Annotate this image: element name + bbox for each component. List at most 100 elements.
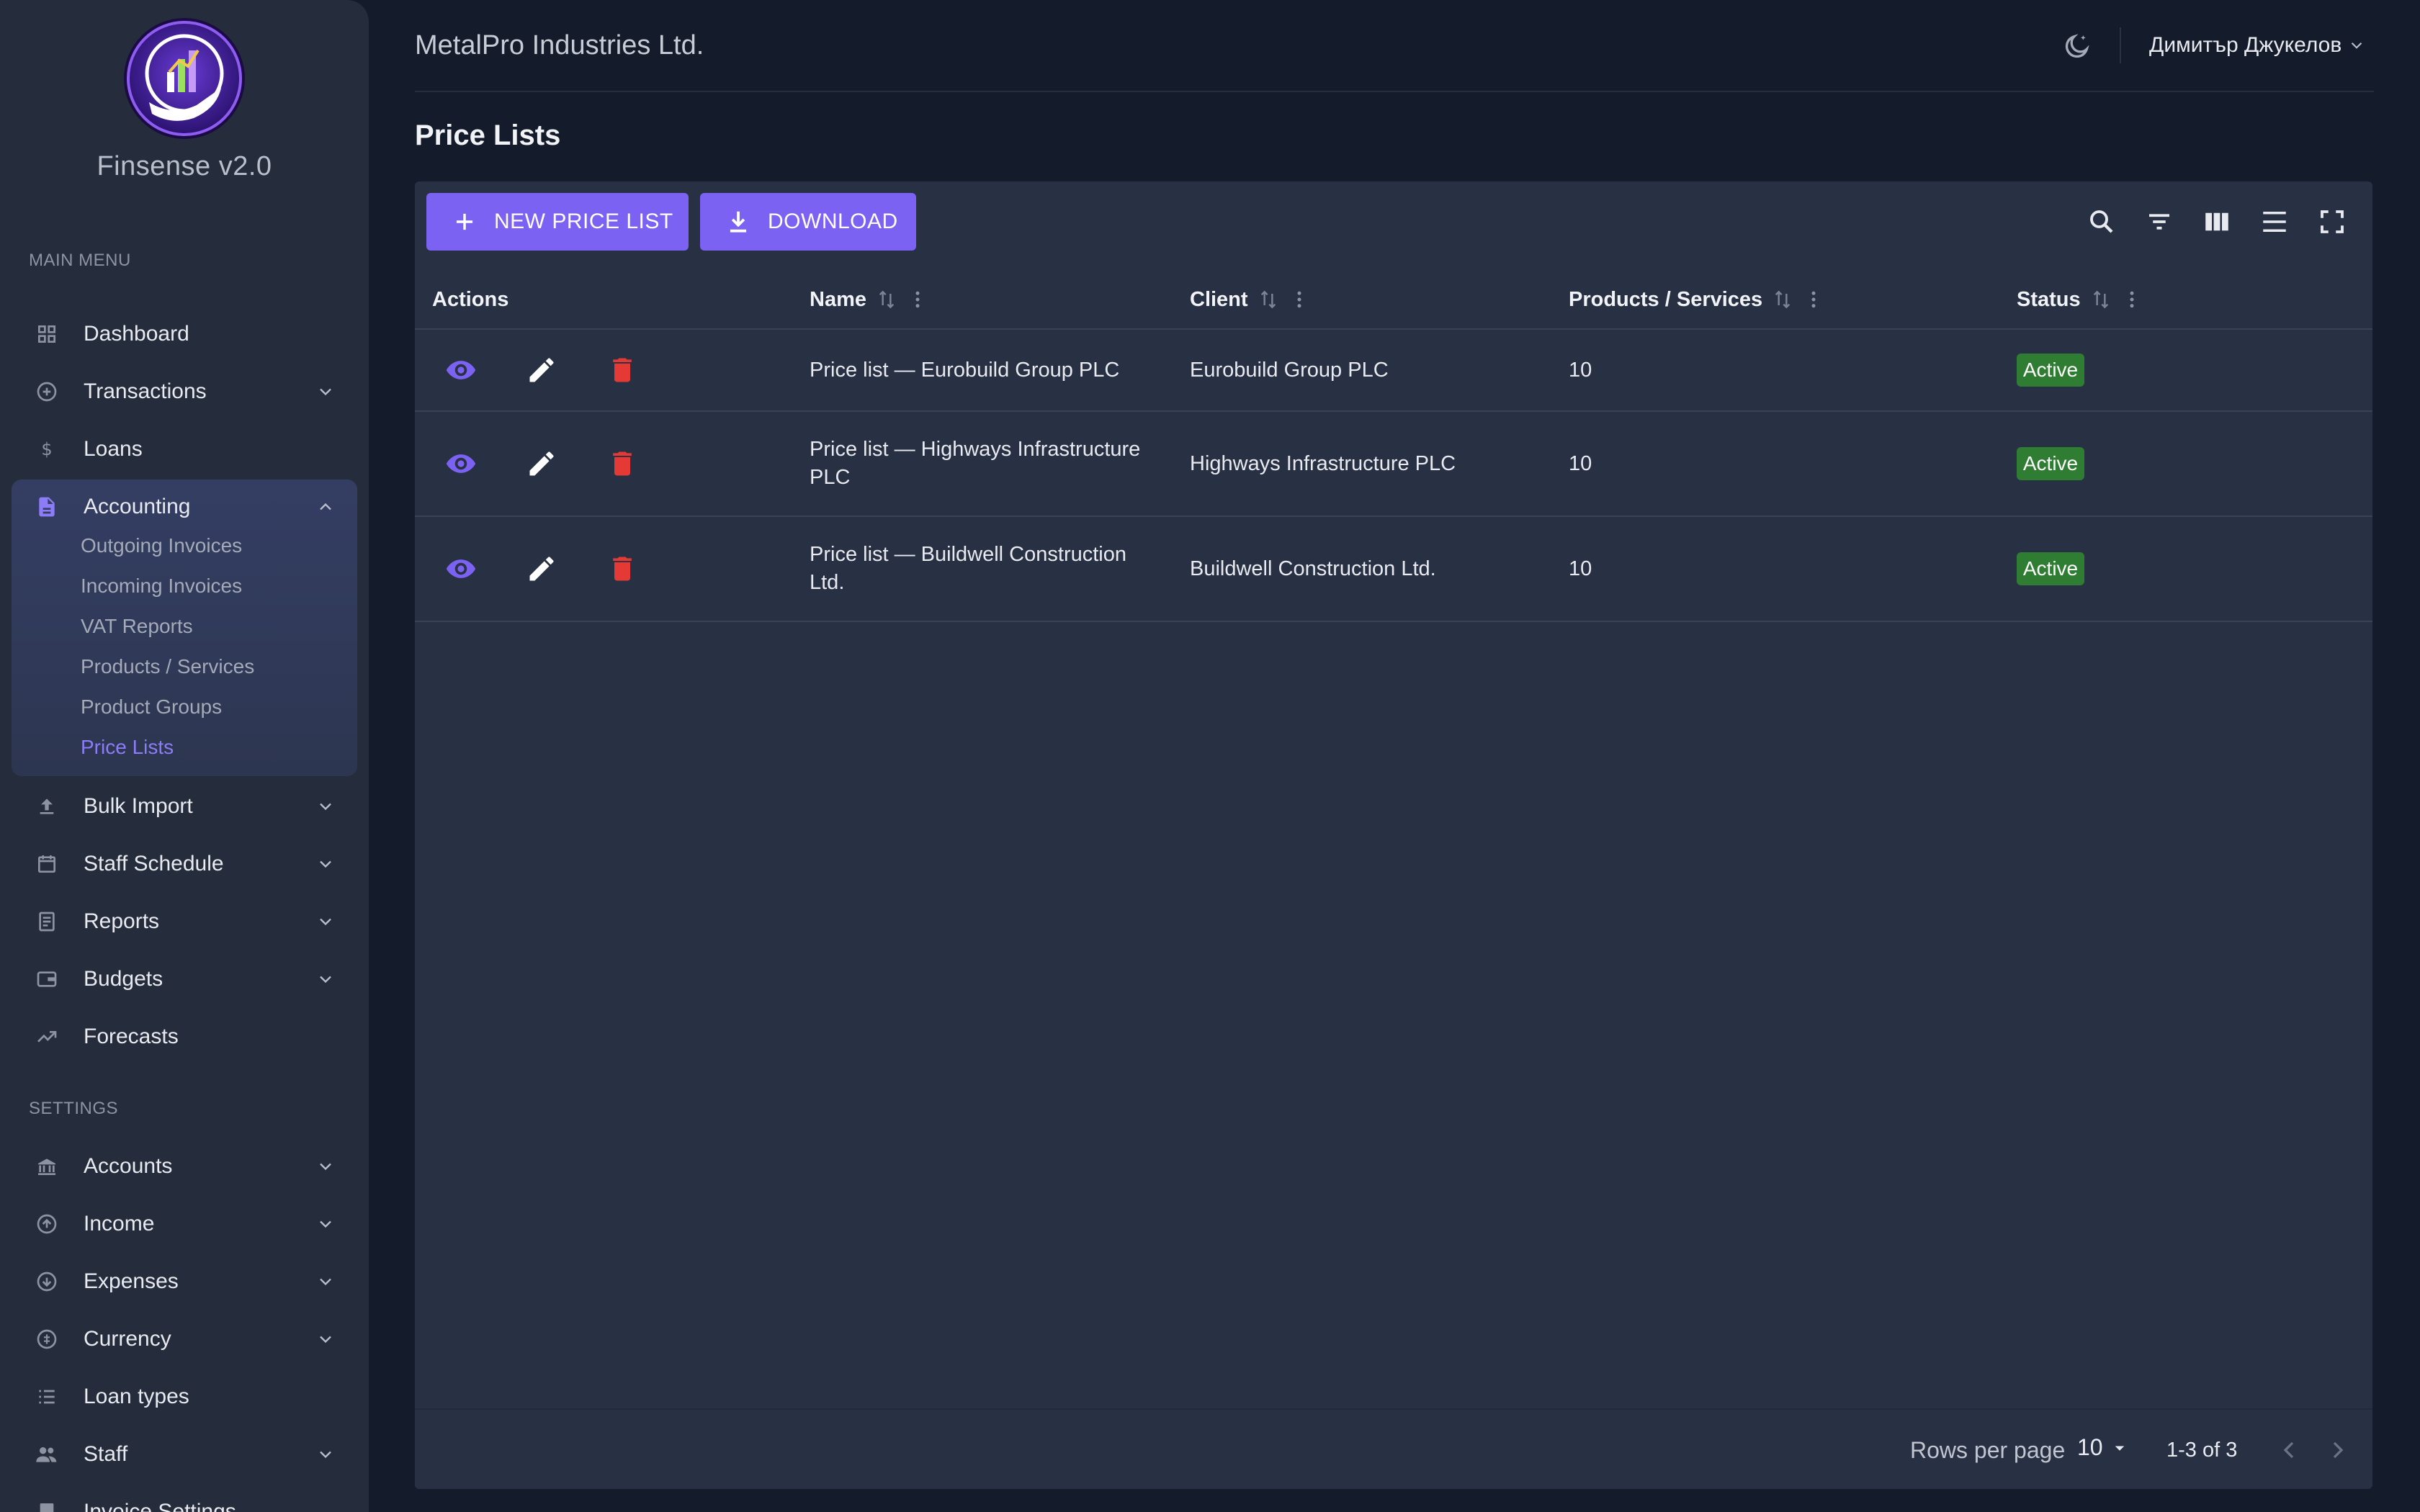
calendar-icon bbox=[35, 852, 59, 876]
row-divider bbox=[415, 410, 2372, 412]
sidebar-item-income[interactable]: Income bbox=[13, 1198, 357, 1250]
view-icon[interactable] bbox=[444, 353, 478, 387]
column-header-products-services[interactable]: Products / Services bbox=[1569, 281, 1824, 318]
receipt-icon bbox=[35, 1500, 59, 1512]
column-menu-icon[interactable] bbox=[1289, 289, 1310, 310]
chevron-down-icon bbox=[320, 860, 331, 868]
sort-icon[interactable] bbox=[875, 288, 898, 311]
rows-per-page-select[interactable]: 10 bbox=[2077, 1434, 2130, 1461]
edit-icon[interactable] bbox=[524, 446, 559, 481]
column-header-status[interactable]: Status bbox=[2017, 281, 2143, 318]
wallet-icon bbox=[35, 967, 59, 991]
sidebar-item-label: Accounting bbox=[84, 495, 191, 518]
fullscreen-icon[interactable] bbox=[2315, 204, 2349, 239]
company-name: MetalPro Industries Ltd. bbox=[415, 30, 704, 60]
sidebar-sub-outgoing-invoices[interactable]: Outgoing Invoices bbox=[81, 534, 242, 557]
columns-icon[interactable] bbox=[2200, 204, 2234, 239]
list-icon bbox=[35, 1385, 59, 1409]
search-icon[interactable] bbox=[2084, 204, 2119, 239]
previous-page-icon[interactable] bbox=[2275, 1436, 2303, 1464]
sidebar-item-forecasts[interactable]: Forecasts bbox=[13, 1011, 357, 1063]
sidebar-item-accounting[interactable]: Accounting bbox=[13, 481, 357, 533]
sidebar-item-reports[interactable]: Reports bbox=[13, 896, 357, 948]
delete-icon[interactable] bbox=[605, 446, 640, 481]
chevron-down-icon bbox=[2352, 42, 2362, 49]
sidebar-item-label: Dashboard bbox=[84, 322, 189, 346]
sidebar-item-label: Staff Schedule bbox=[84, 852, 224, 876]
column-header-client[interactable]: Client bbox=[1190, 281, 1310, 318]
column-menu-icon[interactable] bbox=[2121, 289, 2143, 310]
brand: Finsense v2.0 bbox=[0, 16, 369, 182]
sidebar-item-loan-types[interactable]: Loan types bbox=[13, 1371, 357, 1423]
upload-icon bbox=[35, 794, 59, 819]
sidebar-item-bulk-import[interactable]: Bulk Import bbox=[13, 780, 357, 832]
view-icon[interactable] bbox=[444, 552, 478, 586]
row-products: 10 bbox=[1569, 359, 1592, 382]
sidebar-item-loans[interactable]: $ Loans bbox=[13, 423, 357, 475]
sort-icon[interactable] bbox=[1257, 288, 1280, 311]
column-header-name[interactable]: Name bbox=[810, 281, 928, 318]
sidebar-sub-products-services[interactable]: Products / Services bbox=[81, 655, 254, 678]
dark-mode-toggle-icon[interactable] bbox=[2063, 32, 2092, 60]
delete-icon[interactable] bbox=[605, 353, 640, 387]
sidebar-item-accounts[interactable]: Accounts bbox=[13, 1140, 357, 1192]
density-icon[interactable] bbox=[2257, 204, 2292, 239]
sidebar-item-label: Loans bbox=[84, 437, 143, 461]
column-menu-icon[interactable] bbox=[907, 289, 928, 310]
chevron-down-icon bbox=[320, 388, 331, 396]
sidebar-item-dashboard[interactable]: Dashboard bbox=[13, 308, 357, 360]
sidebar-item-staff-schedule[interactable]: Staff Schedule bbox=[13, 838, 357, 890]
chevron-down-icon bbox=[320, 976, 331, 984]
edit-icon[interactable] bbox=[524, 353, 559, 387]
dashboard-icon bbox=[35, 322, 59, 346]
chevron-down-icon bbox=[320, 1163, 331, 1171]
sidebar-item-invoice-settings[interactable]: Invoice Settings bbox=[13, 1486, 357, 1512]
chevron-down-icon bbox=[320, 1278, 331, 1286]
user-menu[interactable]: Димитър Джукелов bbox=[2149, 33, 2366, 58]
trending-up-icon bbox=[35, 1025, 59, 1049]
column-menu-icon[interactable] bbox=[1803, 289, 1824, 310]
sidebar-item-expenses[interactable]: Expenses bbox=[13, 1256, 357, 1308]
sort-icon[interactable] bbox=[2089, 288, 2112, 311]
sort-icon[interactable] bbox=[1771, 288, 1794, 311]
sidebar-sub-incoming-invoices[interactable]: Incoming Invoices bbox=[81, 575, 242, 598]
sidebar-item-label: Income bbox=[84, 1212, 155, 1236]
sidebar-item-staff[interactable]: Staff bbox=[13, 1428, 357, 1480]
download-button[interactable]: DOWNLOAD bbox=[700, 193, 916, 251]
price-lists-table-card: NEW PRICE LIST DOWNLOAD Actions Name Cli… bbox=[415, 181, 2372, 1489]
chevron-up-icon bbox=[320, 503, 331, 510]
sidebar-item-currency[interactable]: Currency bbox=[13, 1313, 357, 1365]
new-price-list-button[interactable]: NEW PRICE LIST bbox=[426, 193, 689, 251]
column-header-label: Actions bbox=[432, 287, 509, 311]
chevron-down-icon bbox=[320, 1336, 331, 1344]
row-client: Buildwell Construction Ltd. bbox=[1190, 557, 1436, 580]
filter-icon[interactable] bbox=[2142, 204, 2177, 239]
bank-icon bbox=[35, 1154, 59, 1179]
view-icon[interactable] bbox=[444, 446, 478, 481]
next-page-icon[interactable] bbox=[2323, 1436, 2352, 1464]
sidebar-item-transactions[interactable]: Transactions bbox=[13, 366, 357, 418]
sidebar-item-label: Bulk Import bbox=[84, 794, 193, 818]
delete-icon[interactable] bbox=[605, 552, 640, 586]
row-client: Eurobuild Group PLC bbox=[1190, 359, 1389, 382]
sidebar-sub-product-groups[interactable]: Product Groups bbox=[81, 696, 222, 719]
download-label: DOWNLOAD bbox=[768, 210, 898, 233]
sidebar-item-label: Transactions bbox=[84, 379, 207, 403]
sidebar-sub-vat-reports[interactable]: VAT Reports bbox=[81, 615, 193, 638]
new-price-list-label: NEW PRICE LIST bbox=[494, 210, 673, 233]
row-divider bbox=[415, 621, 2372, 622]
sidebar-item-label: Currency bbox=[84, 1327, 171, 1351]
column-header-actions: Actions bbox=[432, 281, 508, 318]
currency-icon bbox=[35, 1327, 59, 1351]
status-badge: Active bbox=[2017, 354, 2084, 387]
sidebar-item-label: Forecasts bbox=[84, 1025, 179, 1048]
column-header-label: Status bbox=[2017, 287, 2081, 311]
chevron-down-icon bbox=[320, 918, 331, 926]
circle-plus-icon bbox=[35, 379, 59, 404]
sidebar-item-budgets[interactable]: Budgets bbox=[13, 953, 357, 1005]
edit-icon[interactable] bbox=[524, 552, 559, 586]
svg-text:$: $ bbox=[41, 439, 52, 459]
user-name: Димитър Джукелов bbox=[2149, 33, 2342, 57]
sidebar-sub-price-lists[interactable]: Price Lists bbox=[81, 736, 174, 759]
finsense-logo[interactable] bbox=[122, 16, 247, 141]
